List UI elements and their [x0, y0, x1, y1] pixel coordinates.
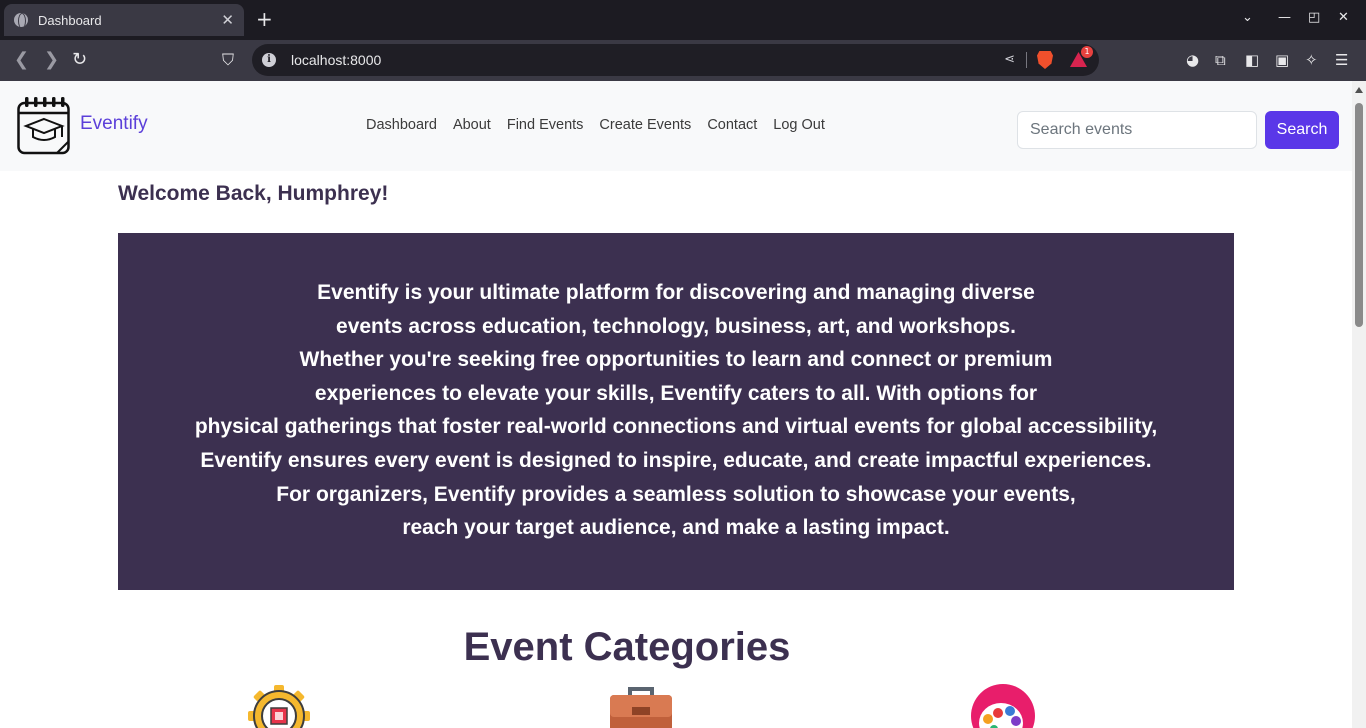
intro-line: reach your target audience, and make a l… [402, 516, 950, 540]
scrollbar-thumb[interactable] [1355, 103, 1363, 327]
browser-toolbar: ❮ ❯ ↻ ⛉ i localhost:8000 ⋖ 1 ◕ ⧉ ◧ ▣ ✧ ☰ [0, 40, 1366, 81]
intro-line: experiences to elevate your skills, Even… [314, 381, 1038, 405]
nav-dashboard[interactable]: Dashboard [366, 117, 437, 133]
main-nav: Dashboard About Find Events Create Event… [366, 117, 825, 133]
technology-gear-chip-icon[interactable] [246, 683, 312, 728]
bookmark-icon[interactable]: ⛉ [222, 49, 234, 71]
categories-heading: Event Categories [463, 625, 791, 669]
business-briefcase-icon[interactable] [608, 683, 674, 728]
leo-ai-icon[interactable]: ✧ [1305, 51, 1318, 69]
browser-tab[interactable]: Dashboard ✕ [4, 4, 244, 36]
intro-line: physical gatherings that foster real-wor… [194, 415, 1158, 439]
calendar-graduation-cap-logo-icon[interactable] [17, 95, 71, 155]
wallet-extension-icon[interactable]: ◕ [1186, 51, 1199, 69]
rewards-badge: 1 [1081, 46, 1093, 58]
intro-line: Eventify ensures every event is designed… [200, 448, 1152, 472]
share-icon[interactable]: ⋖ [1004, 52, 1015, 67]
intro-line: For organizers, Eventify provides a seam… [276, 482, 1076, 506]
page-content: Eventify Dashboard About Find Events Cre… [0, 81, 1352, 728]
reload-icon[interactable]: ↻ [72, 49, 87, 71]
nav-find-events[interactable]: Find Events [507, 117, 584, 133]
nav-about[interactable]: About [453, 117, 491, 133]
maximize-icon[interactable]: ◰ [1308, 10, 1320, 25]
scroll-up-arrow-icon[interactable] [1355, 87, 1363, 93]
address-divider [1026, 52, 1027, 68]
brave-shields-icon[interactable] [1037, 51, 1053, 69]
wallet-icon[interactable]: ▣ [1275, 51, 1289, 69]
welcome-heading: Welcome Back, Humphrey! [118, 182, 389, 205]
nav-log-out[interactable]: Log Out [773, 117, 825, 133]
search-button[interactable]: Search [1265, 111, 1339, 149]
minimize-icon[interactable]: — [1278, 10, 1291, 25]
art-palette-icon[interactable] [970, 683, 1036, 728]
nav-create-events[interactable]: Create Events [599, 117, 691, 133]
page-scrollbar[interactable] [1352, 81, 1366, 728]
browser-tab-bar: Dashboard ✕ + ⌄ — ◰ ✕ [0, 0, 1366, 40]
site-info-icon[interactable]: i [262, 53, 276, 67]
site-header: Eventify Dashboard About Find Events Cre… [0, 81, 1352, 171]
tab-search-chevron-icon[interactable]: ⌄ [1242, 10, 1253, 25]
intro-banner: Eventify is your ultimate platform for d… [118, 233, 1234, 590]
intro-line: events across education, technology, bus… [336, 314, 1016, 338]
new-tab-icon[interactable]: + [256, 8, 273, 30]
sidebar-icon[interactable]: ◧ [1245, 51, 1259, 69]
search-events-input[interactable] [1017, 111, 1257, 149]
brand-name[interactable]: Eventify [80, 113, 148, 135]
address-bar[interactable]: i localhost:8000 ⋖ 1 [252, 44, 1099, 76]
url-text[interactable]: localhost:8000 [291, 52, 381, 68]
intro-line: Whether you're seeking free opportunitie… [299, 348, 1053, 372]
close-window-icon[interactable]: ✕ [1338, 10, 1349, 25]
intro-line: Eventify is your ultimate platform for d… [317, 281, 1035, 304]
back-icon[interactable]: ❮ [14, 49, 29, 71]
menu-icon[interactable]: ☰ [1335, 51, 1348, 69]
close-tab-icon[interactable]: ✕ [221, 11, 234, 29]
forward-icon[interactable]: ❯ [44, 49, 59, 71]
nav-contact[interactable]: Contact [707, 117, 757, 133]
globe-icon [14, 13, 28, 27]
tab-title: Dashboard [38, 12, 102, 28]
extensions-icon[interactable]: ⧉ [1215, 51, 1226, 69]
